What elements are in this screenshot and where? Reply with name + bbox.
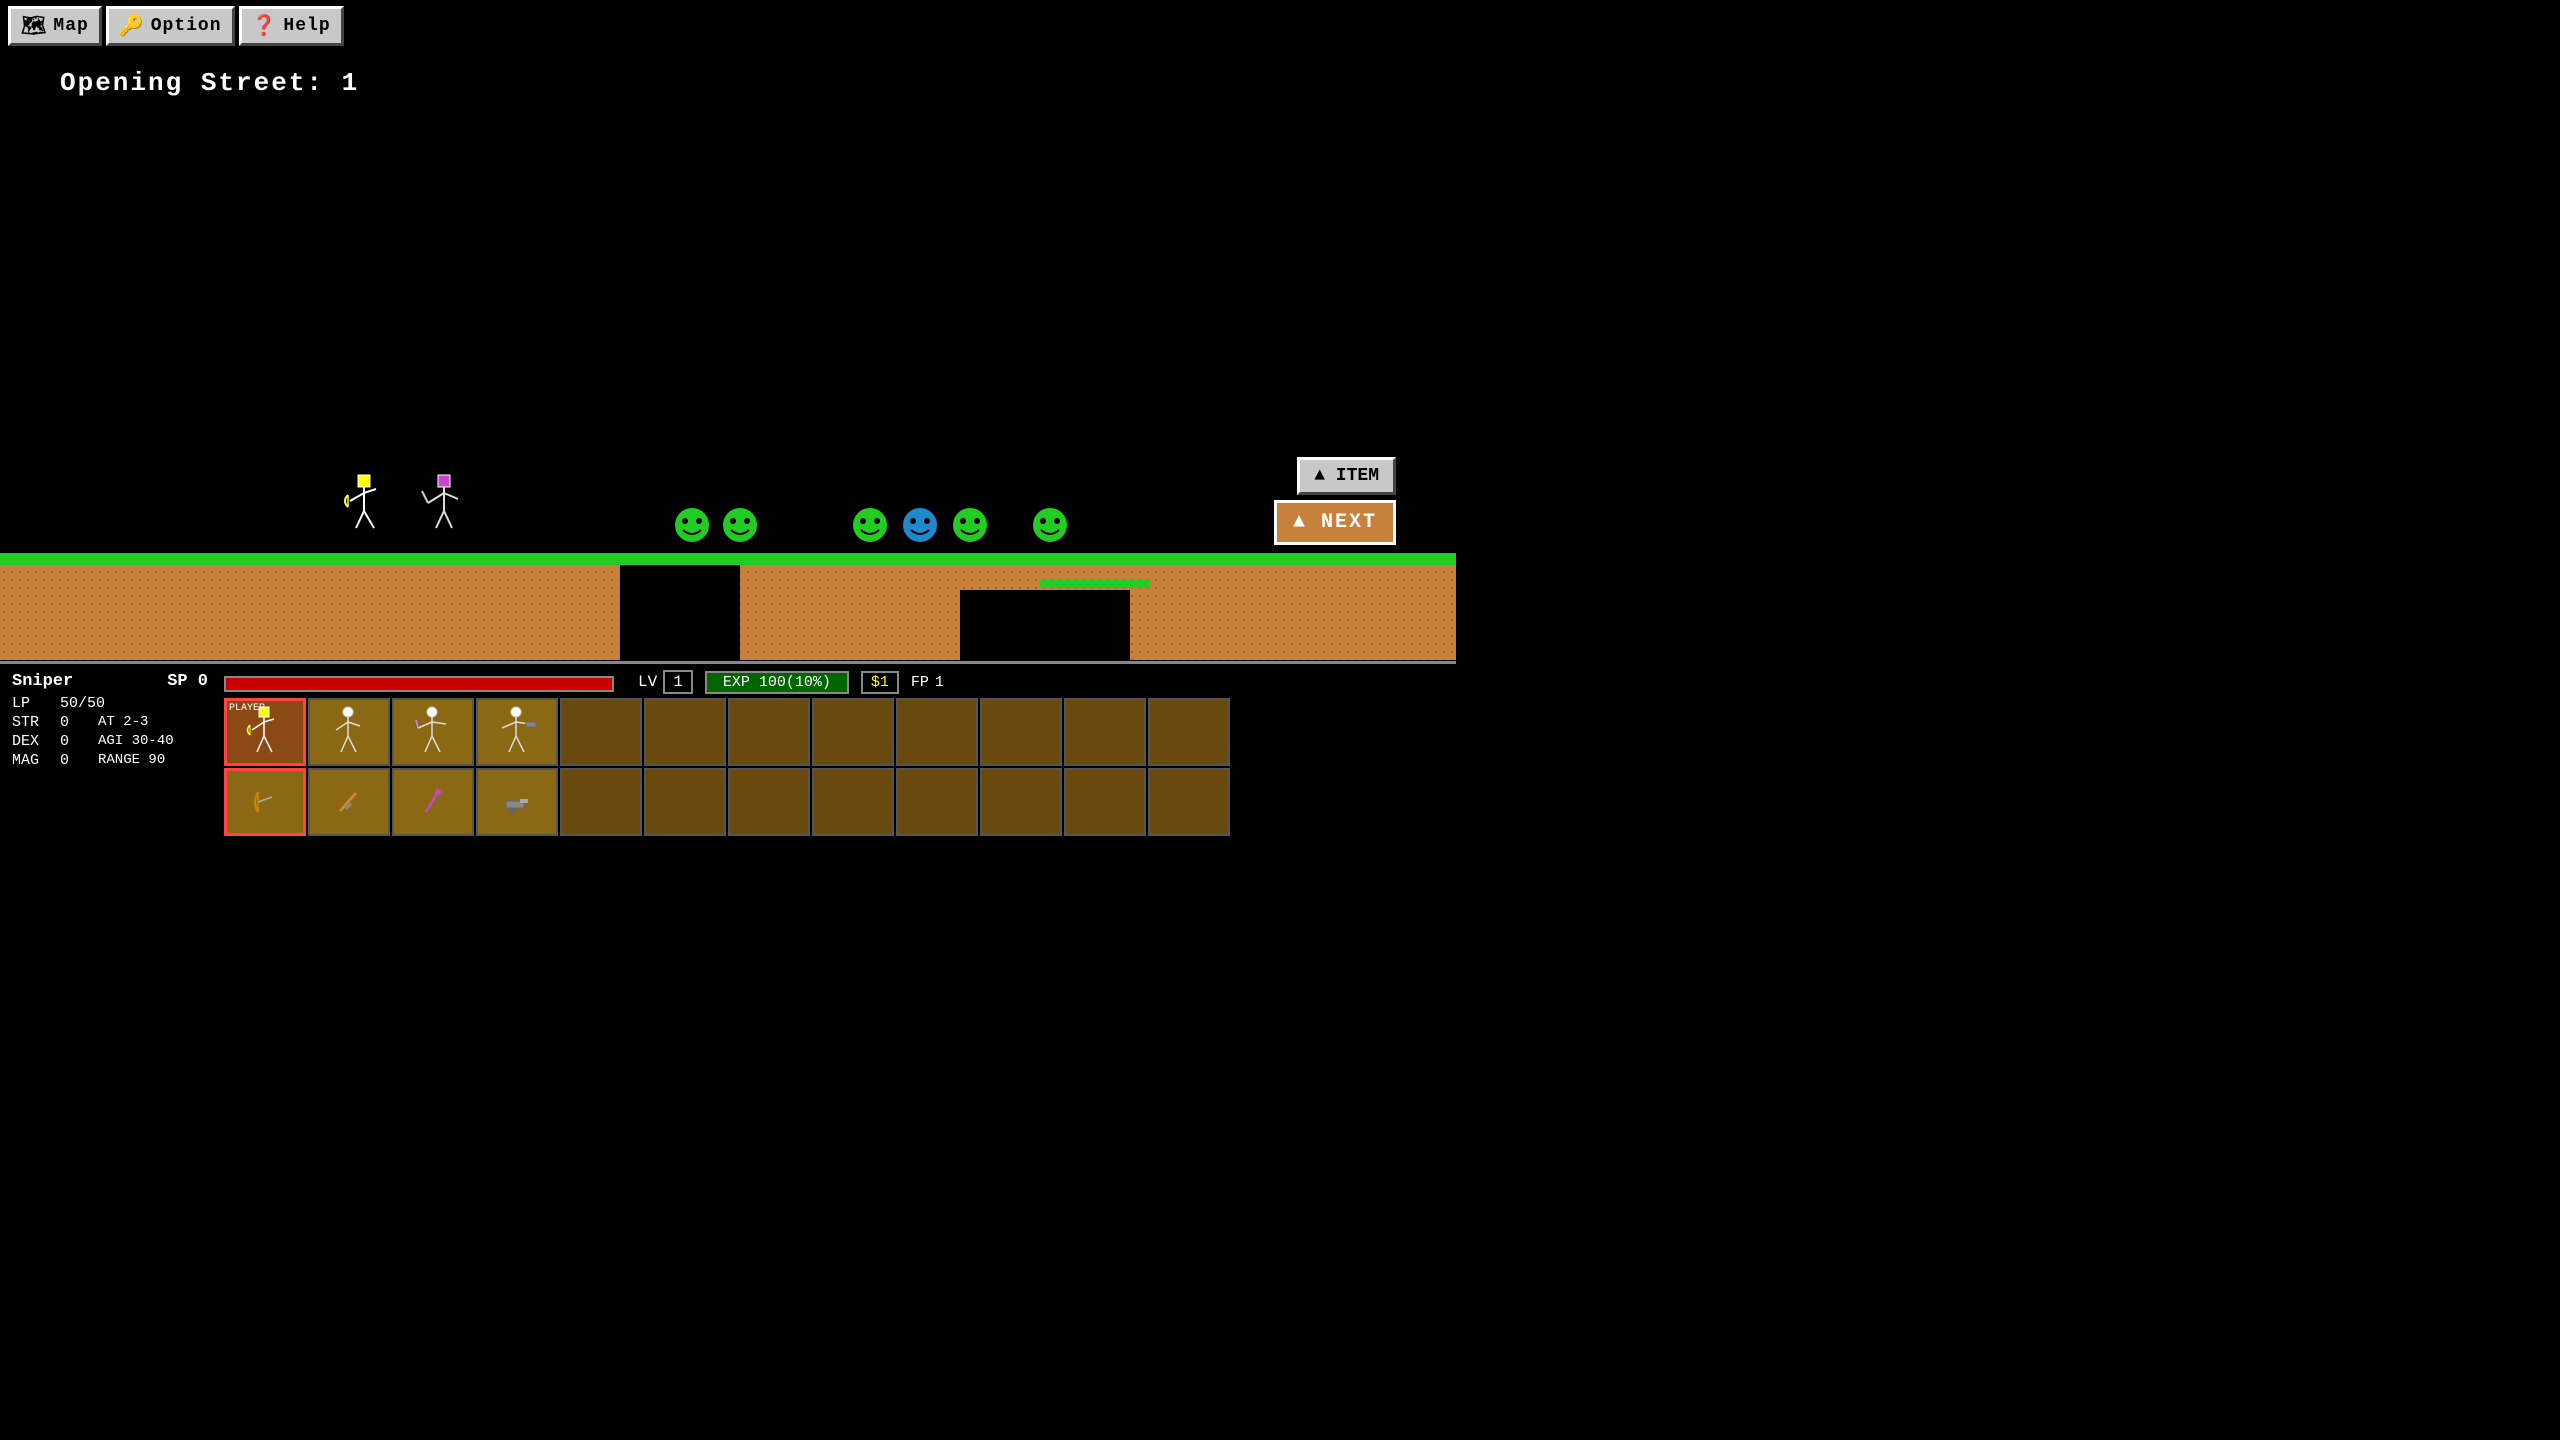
at-display: AT 2-3 bbox=[98, 714, 148, 731]
map-button[interactable]: 🗺 Map bbox=[8, 6, 102, 46]
inventory-char-7[interactable] bbox=[812, 698, 894, 766]
next-button[interactable]: ▲ NEXT bbox=[1274, 500, 1396, 545]
agi-display: AGI 30-40 bbox=[98, 733, 174, 750]
inventory-char-6[interactable] bbox=[728, 698, 810, 766]
enemy-smiley-2 bbox=[720, 505, 760, 550]
inventory-weapon-11[interactable] bbox=[1148, 768, 1230, 836]
help-icon: ❓ bbox=[252, 13, 278, 39]
inventory-weapon-9[interactable] bbox=[980, 768, 1062, 836]
hp-bar-fill bbox=[226, 678, 612, 690]
inventory-weapon-7[interactable] bbox=[812, 768, 894, 836]
money-display: $1 bbox=[861, 671, 899, 694]
inventory-weapon-3[interactable] bbox=[476, 768, 558, 836]
inventory-char-8[interactable] bbox=[896, 698, 978, 766]
inventory-weapon-5[interactable] bbox=[644, 768, 726, 836]
inventory-weapon-6[interactable] bbox=[728, 768, 810, 836]
inventory-weapon-0[interactable] bbox=[224, 768, 306, 836]
enemy-smiley-6 bbox=[1030, 505, 1070, 550]
inventory-weapon-10[interactable] bbox=[1064, 768, 1146, 836]
stats-panel: Sniper SP 0 LP 50/50 STR 0 AT 2-3 DEX 0 … bbox=[0, 664, 220, 816]
exp-display: EXP 100(10%) bbox=[705, 671, 849, 694]
lp-label: LP bbox=[12, 695, 52, 712]
hp-bar-row: LV 1 EXP 100(10%) $1 FP 1 bbox=[220, 664, 1456, 696]
option-button[interactable]: 🔑 Option bbox=[106, 6, 235, 46]
location-text: Opening Street: 1 bbox=[60, 68, 359, 98]
next-label: ▲ NEXT bbox=[1293, 511, 1377, 534]
inventory-weapon-1[interactable] bbox=[308, 768, 390, 836]
map-icon: 🗺 bbox=[21, 13, 47, 39]
inventory-char-5[interactable] bbox=[644, 698, 726, 766]
inventory-char-3[interactable] bbox=[476, 698, 558, 766]
inventory-char-2[interactable] bbox=[392, 698, 474, 766]
item-label: ▲ ITEM bbox=[1314, 466, 1379, 486]
lv-value: 1 bbox=[663, 670, 693, 694]
inventory-char-11[interactable] bbox=[1148, 698, 1230, 766]
location-value: Opening Street: 1 bbox=[60, 68, 359, 98]
inventory-char-4[interactable] bbox=[560, 698, 642, 766]
map-label: Map bbox=[53, 16, 88, 36]
option-label: Option bbox=[151, 16, 222, 36]
inventory-char-10[interactable] bbox=[1064, 698, 1146, 766]
hp-bar-container bbox=[224, 676, 614, 692]
status-info-row: LV 1 EXP 100(10%) $1 FP 1 bbox=[618, 670, 944, 694]
hud: Sniper SP 0 LP 50/50 STR 0 AT 2-3 DEX 0 … bbox=[0, 661, 1456, 816]
player-character bbox=[340, 473, 395, 553]
inventory-char-0[interactable]: PLAYER bbox=[224, 698, 306, 766]
dex-value: 0 bbox=[60, 733, 90, 750]
str-label: STR bbox=[12, 714, 52, 731]
inventory-char-1[interactable] bbox=[308, 698, 390, 766]
enemy-smiley-1 bbox=[672, 505, 712, 550]
weapon-row bbox=[224, 768, 1452, 836]
class-name: Sniper bbox=[12, 672, 73, 691]
inventory-weapon-8[interactable] bbox=[896, 768, 978, 836]
fp-display: FP 1 bbox=[911, 674, 944, 691]
help-button[interactable]: ❓ Help bbox=[239, 6, 344, 46]
main-hud-area: LV 1 EXP 100(10%) $1 FP 1 PLAYER bbox=[220, 664, 1456, 816]
inventory-weapon-4[interactable] bbox=[560, 768, 642, 836]
str-value: 0 bbox=[60, 714, 90, 731]
inventory-weapon-2[interactable] bbox=[392, 768, 474, 836]
top-nav-bar: 🗺 Map 🔑 Option ❓ Help bbox=[0, 0, 352, 52]
help-label: Help bbox=[283, 16, 330, 36]
item-button[interactable]: ▲ ITEM bbox=[1297, 457, 1396, 495]
game-world: ▲ NEXT ▲ ITEM bbox=[0, 0, 1456, 660]
inventory: PLAYER bbox=[220, 696, 1456, 838]
lv-display: LV 1 bbox=[638, 670, 693, 694]
mag-label: MAG bbox=[12, 752, 52, 769]
enemy-smiley-3 bbox=[850, 505, 890, 550]
mag-value: 0 bbox=[60, 752, 90, 769]
character-row: PLAYER bbox=[224, 698, 1452, 766]
enemy-character-1 bbox=[420, 473, 475, 553]
inv-cell-label-0: PLAYER bbox=[229, 703, 265, 714]
enemy-smiley-5 bbox=[950, 505, 990, 550]
inventory-char-9[interactable] bbox=[980, 698, 1062, 766]
sp-display: SP 0 bbox=[167, 672, 208, 691]
key-icon: 🔑 bbox=[119, 13, 145, 39]
lp-value: 50/50 bbox=[60, 695, 90, 712]
enemy-smiley-blue bbox=[900, 505, 940, 550]
range-display: RANGE 90 bbox=[98, 752, 165, 769]
dex-label: DEX bbox=[12, 733, 52, 750]
